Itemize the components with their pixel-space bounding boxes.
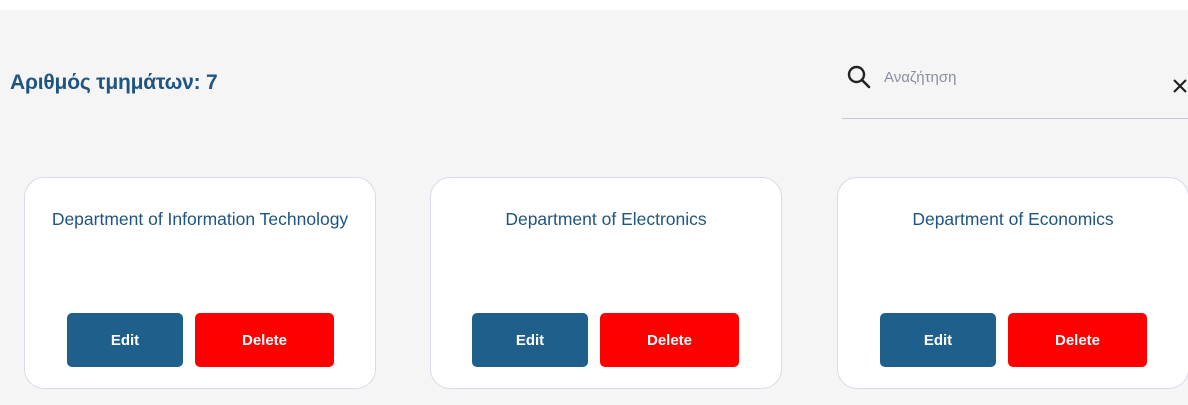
department-card: Department of Electronics Edit Delete bbox=[430, 177, 782, 389]
delete-button[interactable]: Delete bbox=[1008, 313, 1147, 367]
edit-button[interactable]: Edit bbox=[472, 313, 588, 367]
department-card: Department of Information Technology Edi… bbox=[24, 177, 376, 389]
search-input[interactable] bbox=[884, 62, 1114, 92]
department-title: Department of Information Technology bbox=[51, 209, 349, 229]
delete-button[interactable]: Delete bbox=[600, 313, 739, 367]
edit-button[interactable]: Edit bbox=[880, 313, 996, 367]
delete-button[interactable]: Delete bbox=[195, 313, 334, 367]
close-icon[interactable] bbox=[1172, 78, 1188, 94]
department-card: Department of Economics Edit Delete bbox=[837, 177, 1188, 389]
department-title: Department of Economics bbox=[912, 209, 1114, 229]
search-bar bbox=[842, 62, 1188, 119]
edit-button[interactable]: Edit bbox=[67, 313, 183, 367]
department-count-heading: Αριθμός τμημάτων: 7 bbox=[10, 71, 218, 94]
department-title: Department of Electronics bbox=[505, 209, 707, 229]
departments-panel: Αριθμός τμημάτων: 7 Department of Inform… bbox=[0, 10, 1188, 405]
search-icon[interactable] bbox=[846, 64, 872, 90]
